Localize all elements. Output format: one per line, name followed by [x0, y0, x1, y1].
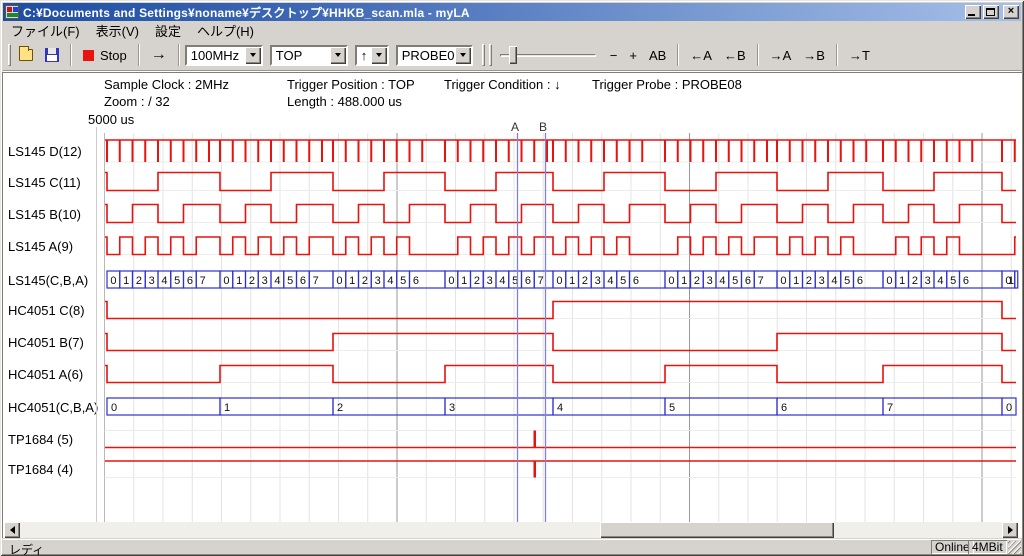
svg-text:1: 1	[461, 275, 467, 287]
cursor-a-label: A	[511, 120, 519, 134]
svg-text:6: 6	[300, 275, 306, 287]
svg-text:0: 0	[556, 275, 562, 287]
svg-text:6: 6	[745, 275, 751, 287]
svg-text:1: 1	[569, 275, 575, 287]
svg-text:2: 2	[582, 275, 588, 287]
svg-text:2: 2	[362, 275, 368, 287]
channel-wave-5	[105, 302, 1016, 319]
svg-text:2: 2	[136, 275, 142, 287]
channel-wave-8: 0 1 2 3 4 5 6 7 0	[107, 398, 1016, 415]
status-memory-badge: 4MBit	[968, 540, 1007, 554]
svg-text:6: 6	[963, 275, 969, 287]
svg-text:0: 0	[1006, 402, 1012, 414]
svg-text:6: 6	[857, 275, 863, 287]
statusbar: レディ Online 4MBit	[3, 539, 1021, 554]
svg-text:1: 1	[899, 275, 905, 287]
svg-text:6: 6	[187, 275, 193, 287]
svg-text:7: 7	[313, 275, 319, 287]
channel-wave-7	[105, 366, 1016, 383]
svg-text:1: 1	[224, 402, 230, 414]
svg-text:5: 5	[174, 275, 180, 287]
app-window: C:¥Documents and Settings¥noname¥デスクトップ¥…	[0, 0, 1024, 556]
svg-text:5: 5	[620, 275, 626, 287]
svg-text:7: 7	[758, 275, 764, 287]
svg-text:0: 0	[111, 402, 117, 414]
svg-text:3: 3	[149, 275, 155, 287]
svg-text:7: 7	[200, 275, 206, 287]
svg-text:0: 0	[668, 275, 674, 287]
svg-text:4: 4	[387, 275, 393, 287]
svg-text:3: 3	[595, 275, 601, 287]
svg-text:2: 2	[474, 275, 480, 287]
svg-text:1: 1	[349, 275, 355, 287]
svg-text:5: 5	[844, 275, 850, 287]
svg-text:2: 2	[806, 275, 812, 287]
svg-text:2: 2	[337, 402, 343, 414]
svg-text:4: 4	[161, 275, 167, 287]
svg-text:2: 2	[912, 275, 918, 287]
resize-grip[interactable]	[1008, 541, 1021, 554]
svg-text:1: 1	[1008, 275, 1014, 287]
horizontal-scrollbar[interactable]	[4, 522, 1018, 538]
svg-text:4: 4	[719, 275, 725, 287]
svg-text:2: 2	[694, 275, 700, 287]
svg-text:1: 1	[793, 275, 799, 287]
waveform-display[interactable]: 0123456701234567012345601234567012345601…	[0, 0, 1024, 556]
channel-wave-9	[105, 431, 1016, 448]
cursor-b-label: B	[539, 120, 547, 134]
svg-text:2: 2	[249, 275, 255, 287]
svg-text:4: 4	[831, 275, 837, 287]
svg-text:3: 3	[375, 275, 381, 287]
channel-wave-3	[105, 237, 1016, 255]
scrollbar-thumb[interactable]	[600, 522, 834, 538]
svg-text:3: 3	[707, 275, 713, 287]
svg-text:4: 4	[607, 275, 613, 287]
svg-text:7: 7	[538, 275, 544, 287]
svg-text:5: 5	[400, 275, 406, 287]
svg-text:3: 3	[925, 275, 931, 287]
status-ready-text: レディ	[9, 541, 44, 556]
svg-text:1: 1	[681, 275, 687, 287]
svg-text:4: 4	[557, 402, 563, 414]
svg-text:3: 3	[449, 402, 455, 414]
svg-text:6: 6	[633, 275, 639, 287]
svg-text:5: 5	[732, 275, 738, 287]
svg-text:6: 6	[781, 402, 787, 414]
svg-text:0: 0	[110, 275, 116, 287]
svg-text:5: 5	[950, 275, 956, 287]
channel-wave-1	[105, 173, 1016, 191]
channel-wave-0	[105, 140, 1016, 162]
svg-text:4: 4	[937, 275, 943, 287]
svg-text:3: 3	[819, 275, 825, 287]
svg-text:0: 0	[886, 275, 892, 287]
svg-text:3: 3	[487, 275, 493, 287]
svg-text:4: 4	[499, 275, 505, 287]
channel-wave-6	[105, 334, 1016, 351]
svg-text:3: 3	[262, 275, 268, 287]
scrollbar-right-arrow-icon[interactable]	[1002, 522, 1018, 538]
svg-text:6: 6	[525, 275, 531, 287]
scrollbar-left-arrow-icon[interactable]	[4, 522, 20, 538]
svg-text:0: 0	[448, 275, 454, 287]
svg-text:5: 5	[669, 402, 675, 414]
channel-wave-2	[105, 205, 1016, 223]
channel-wave-4: 0123456701234567012345601234567012345601…	[107, 271, 1018, 288]
svg-text:7: 7	[887, 402, 893, 414]
channel-wave-10	[105, 461, 1016, 478]
svg-text:1: 1	[123, 275, 129, 287]
svg-text:0: 0	[780, 275, 786, 287]
svg-text:0: 0	[223, 275, 229, 287]
svg-text:1: 1	[236, 275, 242, 287]
svg-text:6: 6	[413, 275, 419, 287]
svg-text:4: 4	[274, 275, 280, 287]
svg-text:0: 0	[336, 275, 342, 287]
svg-text:5: 5	[287, 275, 293, 287]
